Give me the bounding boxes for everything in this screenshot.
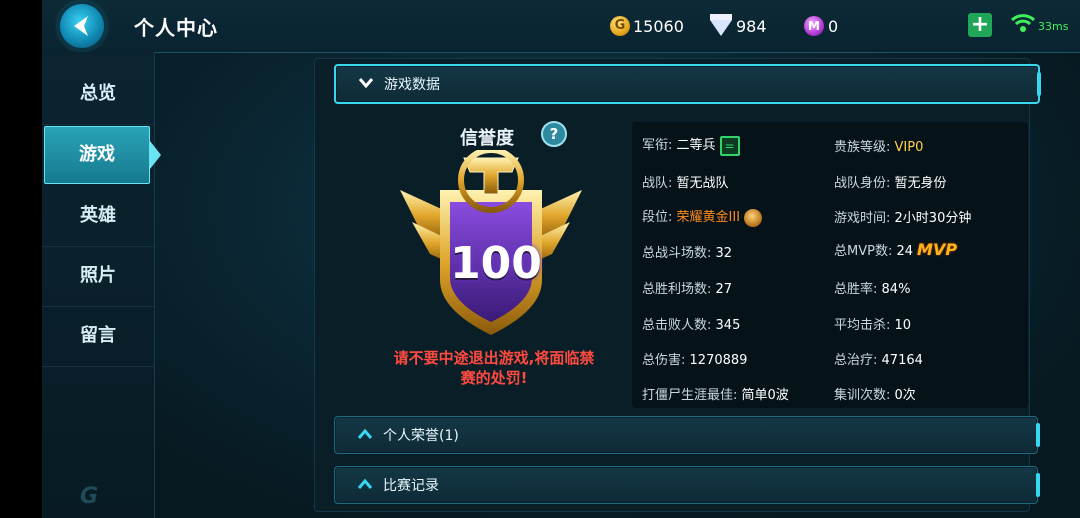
rank-badge-icon: = [719, 135, 740, 156]
chevron-down-icon [358, 78, 374, 89]
sidebar-item-messages[interactable]: 留言 [42, 306, 154, 367]
gold-amount: 15060 [633, 16, 684, 36]
back-button[interactable] [60, 4, 104, 48]
diamond-display: 984 [710, 14, 767, 38]
credit-warning: 请不要中途退出游戏,将面临禁赛的处罚! [393, 349, 595, 387]
diamond-icon [710, 14, 732, 36]
arrow-left-icon [74, 16, 88, 36]
m-coin-amount: 0 [828, 16, 839, 36]
stat-damage: 总伤害: 1270889 [642, 353, 748, 368]
stat-avg-kills: 平均击杀: 10 [834, 318, 912, 333]
add-currency-button[interactable]: + [968, 13, 992, 37]
stats-table: 军衔: 二等兵 = 贵族等级: VIP0 战队: 暂无战队 战队身份: 暂无身份 … [632, 122, 1028, 408]
stat-winrate: 总胜率: 84% [834, 282, 911, 297]
wifi-icon [1010, 14, 1036, 32]
stat-mvp: 总MVP数: 24 MVP [834, 240, 958, 259]
help-icon[interactable]: ? [541, 121, 567, 147]
gold-display: G 15060 [610, 14, 684, 38]
m-coin-icon: M [804, 16, 824, 36]
m-coin-display: M 0 [804, 14, 838, 38]
tier-emblem-icon [744, 208, 763, 227]
gold-coin-icon: G [610, 16, 630, 36]
chevron-up-icon [357, 428, 373, 439]
credit-score: 100 [450, 238, 542, 289]
section-match-records[interactable]: 比赛记录 [334, 466, 1040, 504]
stat-zombie-best: 打僵尸生涯最佳: 简单0波 [642, 388, 789, 403]
mvp-icon: MVP [917, 240, 958, 259]
stat-noble: 贵族等级: VIP0 [834, 140, 924, 155]
page-title: 个人中心 [134, 16, 218, 40]
stat-team: 战队: 暂无战队 [642, 176, 729, 191]
ping-value: 33ms [1038, 20, 1069, 33]
diamond-amount: 984 [736, 16, 767, 36]
stat-playtime: 游戏时间: 2小时30分钟 [834, 211, 972, 226]
stat-training: 集训次数: 0次 [834, 388, 916, 403]
sidebar-item-heroes[interactable]: 英雄 [42, 186, 154, 247]
screen: 个人中心 G 15060 984 M 0 + 33ms 总览 游戏 英雄 照片 … [42, 0, 1080, 518]
section-game-data[interactable]: 游戏数据 [334, 64, 1041, 104]
credit-title: 信誉度 [460, 128, 514, 149]
sidebar-item-overview[interactable]: 总览 [42, 64, 154, 125]
section-label: 个人荣誉(1) [383, 428, 459, 444]
section-personal-honor[interactable]: 个人荣誉(1) [334, 416, 1040, 454]
section-label: 比赛记录 [383, 478, 439, 494]
stat-rank: 军衔: 二等兵 = [642, 134, 740, 156]
stat-wins: 总胜利场数: 27 [642, 282, 733, 297]
sidebar-item-game[interactable]: 游戏 [44, 126, 161, 184]
stat-tier: 段位: 荣耀黄金III [642, 206, 763, 227]
chevron-up-icon [357, 478, 373, 489]
stat-kills: 总击败人数: 345 [642, 318, 741, 333]
stat-heal: 总治疗: 47164 [834, 353, 923, 368]
sidebar-item-photos[interactable]: 照片 [42, 246, 154, 307]
stat-team-role: 战队身份: 暂无身份 [834, 176, 947, 191]
sidebar: 总览 游戏 英雄 照片 留言 G [42, 52, 161, 518]
top-bar: 个人中心 G 15060 984 M 0 + 33ms [42, 0, 1080, 53]
section-label: 游戏数据 [384, 77, 440, 93]
stat-battles: 总战斗场数: 32 [642, 246, 733, 261]
game-logo: G [80, 484, 99, 509]
